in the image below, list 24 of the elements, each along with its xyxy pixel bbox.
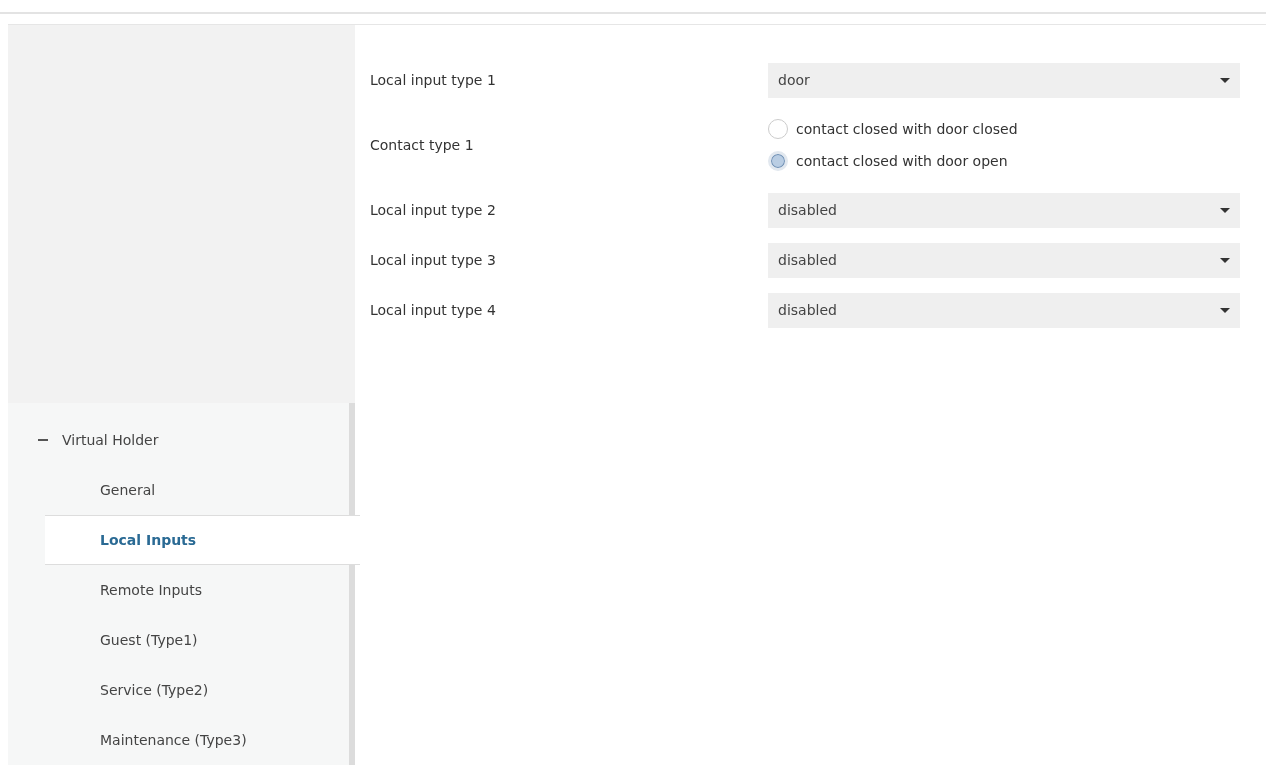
dropdown[interactable]: disabled xyxy=(768,292,1240,328)
parameter-label: Local input type 1 xyxy=(370,70,497,90)
dropdown[interactable]: disabled xyxy=(768,192,1240,228)
tree-item[interactable]: Service (Type2) xyxy=(8,665,349,715)
parameter-label: Contact type 1 xyxy=(370,135,475,155)
dropdown[interactable]: disabled xyxy=(768,242,1240,278)
parameter-label: Local input type 4 xyxy=(370,300,497,320)
radio-label[interactable]: contact closed with door open xyxy=(796,150,1008,172)
caret-icon xyxy=(1220,77,1230,83)
parameter-label: Local input type 3 xyxy=(370,250,497,270)
tree-item[interactable]: General xyxy=(8,465,349,515)
tree-item[interactable]: Local Inputs xyxy=(45,515,360,565)
caret-icon xyxy=(1220,257,1230,263)
radio-label[interactable]: contact closed with door closed xyxy=(796,118,1018,140)
caret-icon xyxy=(1220,307,1230,313)
caret-icon xyxy=(1220,207,1230,213)
tree-item[interactable]: Virtual Holder xyxy=(62,429,159,451)
tree-item[interactable]: Remote Inputs xyxy=(8,565,349,615)
tree-item[interactable]: Maintenance (Type3) xyxy=(8,715,349,765)
radio-button[interactable] xyxy=(768,119,788,139)
radio-button[interactable] xyxy=(768,151,788,171)
dropdown[interactable]: door xyxy=(768,62,1240,98)
tree-item[interactable]: Guest (Type1) xyxy=(8,615,349,665)
parameter-label: Local input type 2 xyxy=(370,200,497,220)
